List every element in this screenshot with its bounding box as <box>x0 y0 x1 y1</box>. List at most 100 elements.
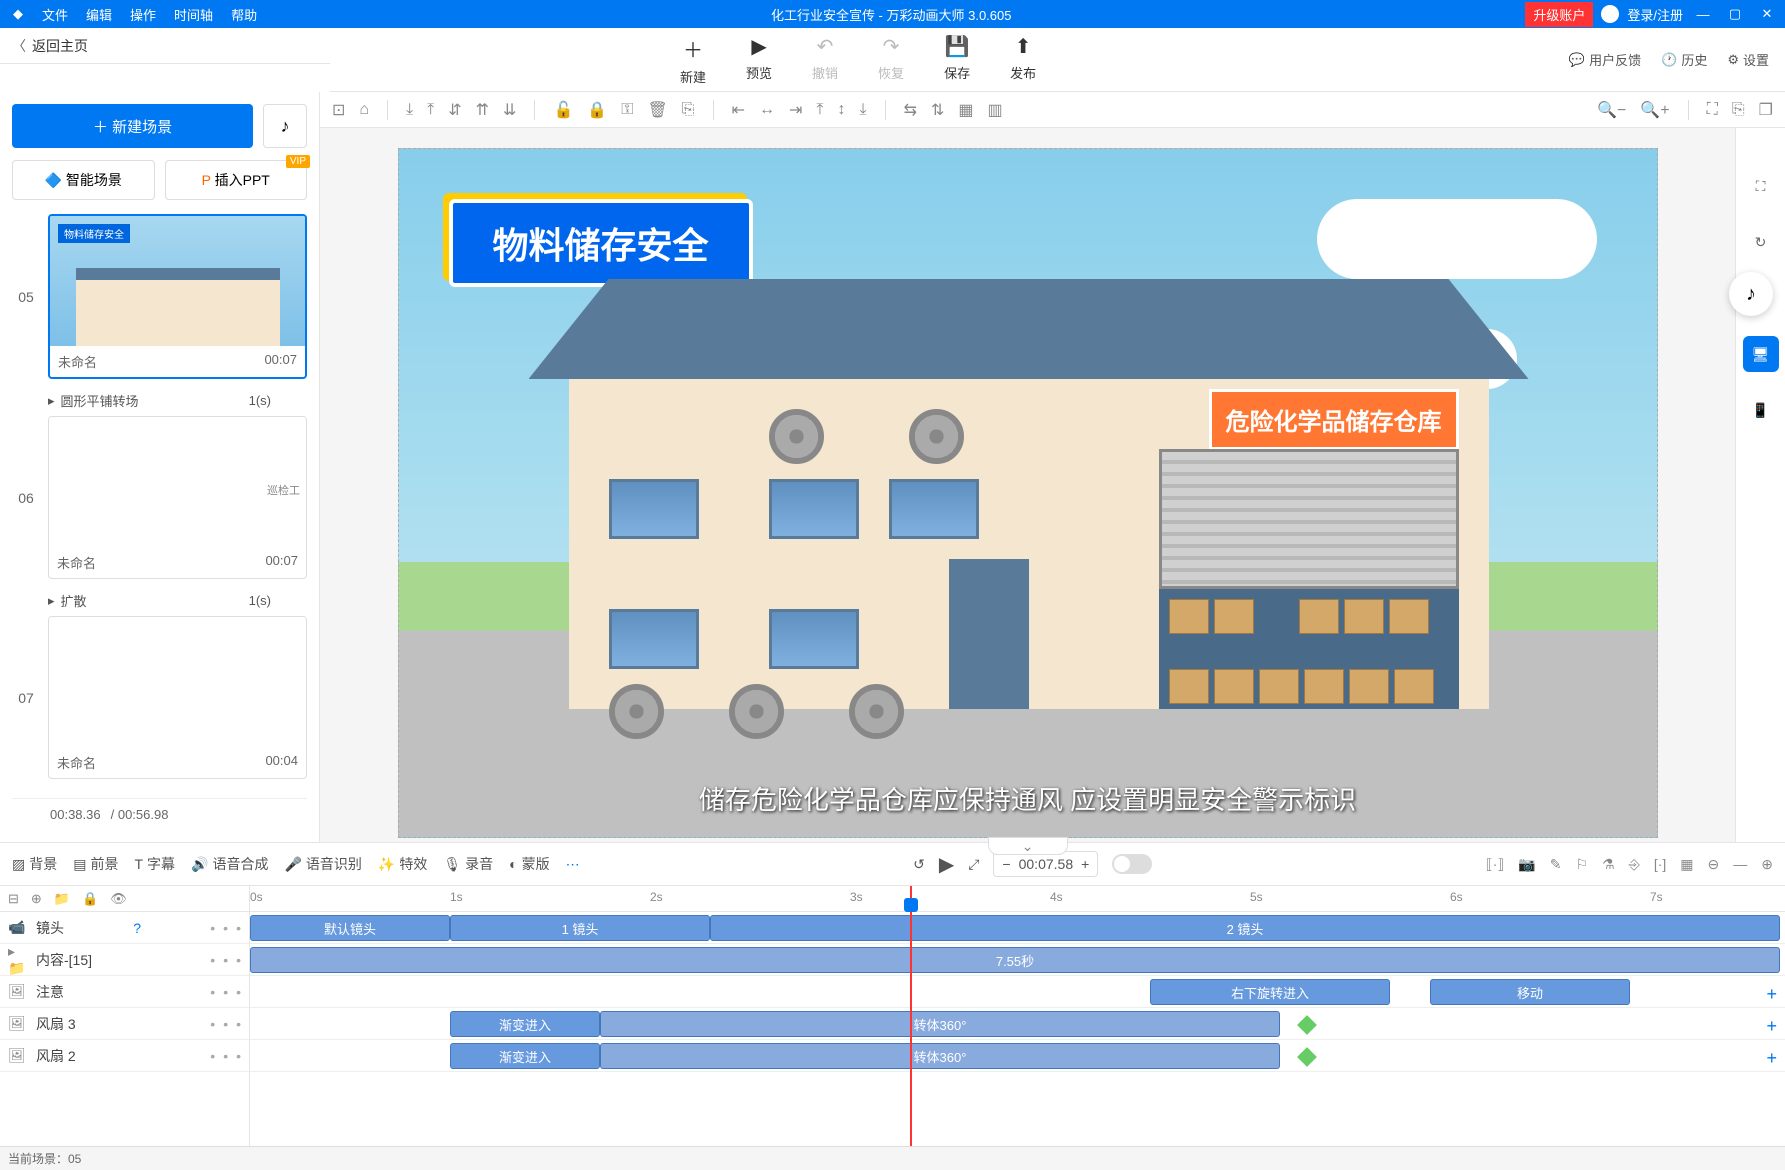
plus-icon[interactable]: + <box>1081 856 1089 872</box>
folder-icon[interactable]: 📁 <box>54 891 70 907</box>
collapse-tab[interactable]: ⌄ <box>988 837 1068 855</box>
preview-button[interactable]: ▶预览 <box>746 34 772 86</box>
camera-clip[interactable]: 默认镜头 <box>250 915 450 941</box>
scene-item[interactable]: 07 未命名00:04 <box>12 616 307 779</box>
back-button[interactable]: 〈 返回主页 <box>0 28 330 64</box>
bracket-icon[interactable]: [·] <box>1654 856 1666 873</box>
effects-button[interactable]: ✨特效 <box>378 854 427 874</box>
more-icon[interactable]: ⋯ <box>566 856 580 873</box>
close-icon[interactable]: ✕ <box>1755 6 1779 22</box>
anim-clip[interactable]: 渐变进入 <box>450 1043 600 1069</box>
lock2-icon[interactable]: 🔒 <box>587 100 607 120</box>
zoom-slider[interactable]: — <box>1733 856 1747 873</box>
menu-file[interactable]: 文件 <box>42 5 68 24</box>
align-bottom-icon[interactable]: ⤓ <box>406 101 413 119</box>
mask-button[interactable]: ◐蒙版 <box>509 854 549 874</box>
zoom-out2-icon[interactable]: ⊖ <box>1708 856 1720 873</box>
dist-h-icon[interactable]: ⇆ <box>904 100 917 120</box>
align-hcenter-icon[interactable]: ↔ <box>759 101 775 119</box>
eye-icon[interactable]: 👁 <box>110 891 127 907</box>
copy2-icon[interactable]: ⎘ <box>1732 101 1745 119</box>
keyframe-dot[interactable] <box>1297 1047 1317 1067</box>
settings-button[interactable]: ⚙设置 <box>1727 50 1769 69</box>
undo-button[interactable]: ↶撤销 <box>812 34 838 86</box>
align-top-icon[interactable]: ⤒ <box>427 101 434 119</box>
keyframe-dot[interactable] <box>1297 1015 1317 1035</box>
valign-top-icon[interactable]: ⤒ <box>816 101 823 119</box>
lock-track-icon[interactable]: 🔒 <box>82 891 98 907</box>
minimize-icon[interactable]: — <box>1691 7 1715 22</box>
tts-button[interactable]: 🔊语音合成 <box>191 854 268 874</box>
edit-icon[interactable]: ✎ <box>1550 856 1562 873</box>
track-label-camera[interactable]: 📹镜头?••• <box>0 912 249 944</box>
save-button[interactable]: 💾保存 <box>944 34 970 86</box>
camera-clip[interactable]: 1 镜头 <box>450 915 710 941</box>
fullscreen-icon[interactable]: ⛶ <box>1743 168 1779 204</box>
publish-button[interactable]: ⬆发布 <box>1010 34 1036 86</box>
login-button[interactable]: 登录/注册 <box>1627 5 1683 24</box>
add-keyframe-icon[interactable]: + <box>1766 1048 1777 1069</box>
asr-button[interactable]: 🎤语音识别 <box>284 854 361 874</box>
add-keyframe-icon[interactable]: + <box>1766 1016 1777 1037</box>
toggle-switch[interactable] <box>1112 854 1152 874</box>
music-button[interactable]: ♪ <box>263 104 307 148</box>
insert-ppt-button[interactable]: P 插入PPT VIP <box>165 160 308 200</box>
history-button[interactable]: 🕐历史 <box>1661 50 1707 69</box>
redo-button[interactable]: ↷恢复 <box>878 34 904 86</box>
unlock-icon[interactable]: ⚿ <box>621 101 633 119</box>
grid-icon[interactable]: ▦ <box>1680 856 1693 873</box>
new-scene-button[interactable]: ＋ 新建场景 <box>12 104 253 148</box>
zoom-out-icon[interactable]: 🔍− <box>1597 100 1626 120</box>
subtitle-text[interactable]: 储存危险化学品仓库应保持通风 应设置明显安全警示标识 <box>699 780 1356 817</box>
align-left-icon[interactable]: ⇤ <box>732 100 745 120</box>
fg-button[interactable]: ▤前景 <box>73 854 118 874</box>
track-content[interactable]: 7.55秒 <box>250 944 1785 976</box>
transition-row[interactable]: ▸圆形平铺转场1(s) <box>12 385 307 416</box>
content-clip[interactable]: 7.55秒 <box>250 947 1780 973</box>
zoom-in-icon[interactable]: 🔍+ <box>1640 100 1669 120</box>
help-icon[interactable]: ? <box>133 920 141 936</box>
playhead[interactable] <box>910 886 912 1146</box>
timeline-tracks[interactable]: 0s 1s 2s 3s 4s 5s 6s 7s 默认镜头 1 镜头 2 镜头 7… <box>250 886 1785 1146</box>
transition-row[interactable]: ▸扩散1(s) <box>12 585 307 616</box>
add-track-icon[interactable]: ⊕ <box>31 891 42 907</box>
add-keyframe-icon[interactable]: + <box>1766 984 1777 1005</box>
keyframe-in-icon[interactable]: ⟦·⟧ <box>1486 856 1505 873</box>
valign-mid-icon[interactable]: ↕ <box>838 101 846 119</box>
menu-timeline[interactable]: 时间轴 <box>174 5 213 24</box>
track-label-notice[interactable]: 🖼注意••• <box>0 976 249 1008</box>
layers-icon[interactable]: ❐ <box>1759 100 1773 120</box>
lock-icon[interactable]: 🔓 <box>553 100 573 120</box>
menu-help[interactable]: 帮助 <box>231 5 257 24</box>
align-bottom2-icon[interactable]: ⇊ <box>503 100 516 120</box>
title-banner[interactable]: 物料储存安全 <box>449 199 753 287</box>
anim-clip[interactable]: 右下旋转进入 <box>1150 979 1390 1005</box>
float-music-button[interactable]: ♪ <box>1729 272 1773 316</box>
menu-edit[interactable]: 编辑 <box>86 5 112 24</box>
delete-icon[interactable]: 🗑 <box>647 100 667 120</box>
anim-clip[interactable]: 转体360° <box>600 1043 1280 1069</box>
desktop-view-icon[interactable]: 🖥 <box>1743 336 1779 372</box>
collapse-icon[interactable]: ⊟ <box>8 891 19 907</box>
play-timeline-icon[interactable]: ▶ <box>939 852 954 877</box>
zoom-in2-icon[interactable]: ⊕ <box>1761 856 1773 873</box>
fit-icon[interactable]: ⛶ <box>1707 101 1718 119</box>
align-top2-icon[interactable]: ⇈ <box>476 100 489 120</box>
new-button[interactable]: ＋新建 <box>680 34 706 86</box>
track-fan2[interactable]: 渐变进入 转体360° + <box>250 1040 1785 1072</box>
mobile-view-icon[interactable]: 📱 <box>1743 392 1779 428</box>
ungroup-icon[interactable]: ▥ <box>988 100 1003 120</box>
rewind-icon[interactable]: ↺ <box>913 856 925 873</box>
minus-icon[interactable]: − <box>1002 856 1010 872</box>
maximize-icon[interactable]: ▢ <box>1723 6 1747 22</box>
bg-button[interactable]: ▨背景 <box>12 854 57 874</box>
expand-icon[interactable]: ⤢ <box>968 856 979 873</box>
ai-scene-button[interactable]: 🔷 智能场景 <box>12 160 155 200</box>
track-label-content[interactable]: ▸ 📁内容-[15]••• <box>0 944 249 976</box>
align-vcenter-icon[interactable]: ⇵ <box>448 100 461 120</box>
track-label-fan2[interactable]: 🖼风扇 2••• <box>0 1040 249 1072</box>
group-icon[interactable]: ▦ <box>958 100 973 120</box>
anim-clip[interactable]: 渐变进入 <box>450 1011 600 1037</box>
camera-clip[interactable]: 2 镜头 <box>710 915 1780 941</box>
copy-icon[interactable]: ⎘ <box>682 101 695 119</box>
